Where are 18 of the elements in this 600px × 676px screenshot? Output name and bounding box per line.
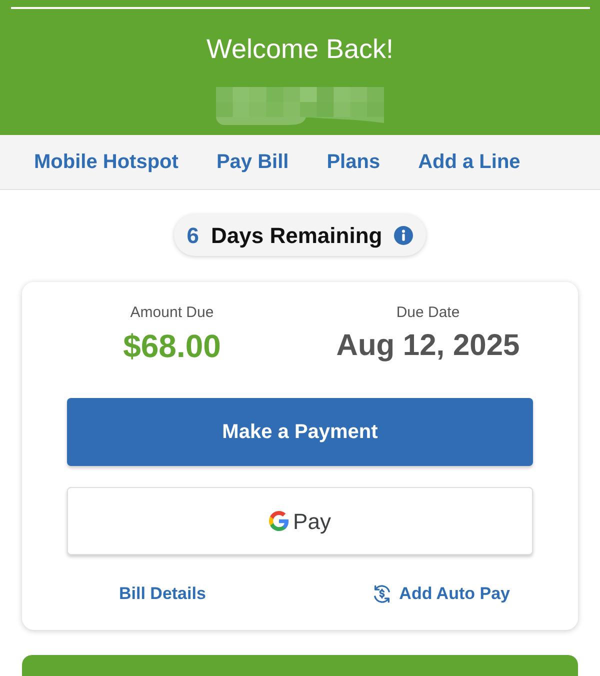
nav-link[interactable]: Pay Bill [216,147,289,177]
due-date-label: Due Date [396,304,460,322]
days-count: 6 [186,222,200,250]
nav-link[interactable]: Add a Line [418,147,520,177]
amount-due-label: Amount Due [130,304,214,322]
google-pay-button[interactable]: Pay [67,487,533,555]
days-remaining-label: Days Remaining [211,222,382,250]
nav-link[interactable]: Plans [326,147,380,177]
due-date-value: Aug 12, 2025 [336,328,520,364]
welcome-title: Welcome Back! [206,33,394,65]
g-logo-icon [269,511,290,531]
dollar-cycle-icon [372,584,392,604]
info-icon[interactable] [394,226,414,244]
bill-details-link[interactable]: Bill Details [119,583,206,605]
add-auto-pay-link[interactable]: Add Auto Pay [372,583,510,605]
amount-due-value: $68.00 [123,327,221,366]
nav-link[interactable]: Mobile Hotspot [34,147,178,177]
make-payment-button[interactable]: Make a Payment [67,398,533,466]
